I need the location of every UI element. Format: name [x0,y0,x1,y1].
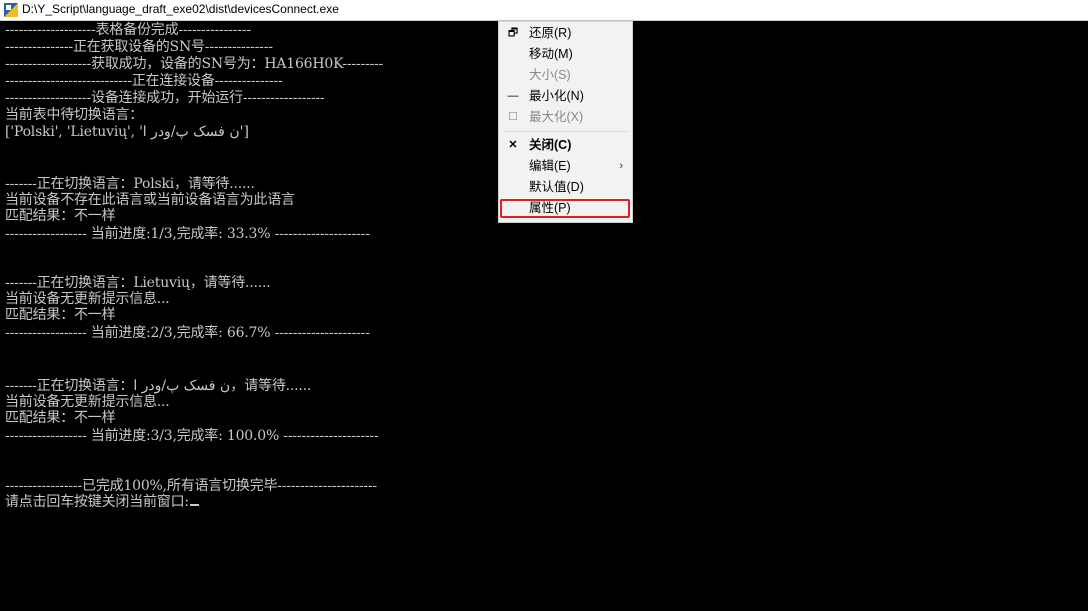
restore-icon: 🗗 [507,27,519,39]
menu-item-restore[interactable]: 🗗 还原(R) [499,23,632,44]
window-title: D:\Y_Script\language_draft_exe02\dist\de… [22,2,339,16]
menu-item-properties[interactable]: 属性(P) [499,198,632,219]
menu-item-minimize[interactable]: — 最小化(N) [499,86,632,107]
menu-item-label: 最大化(X) [529,110,584,124]
menu-item-label: 关闭(C) [529,138,572,152]
console-line: -------正在切换语言：ن فسک پ/ودر ا，请等待...... [5,378,312,394]
text-cursor [189,504,199,506]
console-line: 匹配结果：不一样 [5,410,116,426]
console-line: -----------------已完成100%,所有语言切换完毕-------… [5,478,377,494]
menu-item-size: 大小(S) [499,65,632,86]
console-line: ['Polski', 'Lietuvių', 'ن فسک پ/ودر ا'] [5,124,249,140]
menu-item-label: 默认值(D) [529,180,584,194]
menu-item-label: 大小(S) [529,68,571,82]
menu-item-close[interactable]: ✕ 关闭(C) [499,135,632,156]
console-line: ------------------ 当前进度:2/3,完成率: 66.7% -… [5,325,370,341]
console-line: 当前设备无更新提示信息... [5,291,170,307]
menu-item-maximize: ☐ 最大化(X) [499,107,632,128]
console-prompt: 请点击回车按键关闭当前窗口: [5,494,189,510]
console-line: -------------------设备连接成功，开始运行----------… [5,90,325,106]
console-line: ------------------ 当前进度:1/3,完成率: 33.3% -… [5,226,370,242]
console-line: ----------------------------正在连接设备------… [5,73,283,89]
console-prompt-line[interactable]: 请点击回车按键关闭当前窗口: [5,494,199,510]
maximize-icon: ☐ [508,111,518,123]
menu-item-label: 最小化(N) [529,89,584,103]
menu-separator [503,131,627,132]
menu-item-move[interactable]: 移动(M) [499,44,632,65]
console-line: --------------------表格备份完成--------------… [5,22,251,38]
menu-item-label: 编辑(E) [529,159,571,173]
minimize-icon: — [507,90,519,102]
console-line: -------------------获取成功，设备的SN号为：HA166H0K… [5,56,384,72]
chevron-right-icon: › [619,160,623,172]
menu-item-edit[interactable]: 编辑(E) › [499,156,632,177]
console-line: -------正在切换语言：Lietuvių，请等待...... [5,275,271,291]
console-line: 当前表中待切换语言： [5,107,143,123]
console-line: 当前设备无更新提示信息... [5,394,170,410]
menu-item-label: 属性(P) [529,201,571,215]
console-line: 当前设备不存在此语言或当前设备语言为此语言 [5,192,295,208]
console-line: 匹配结果：不一样 [5,307,116,323]
menu-item-label: 还原(R) [529,26,572,40]
console-line: ---------------正在获取设备的SN号--------------- [5,39,273,55]
console-line: -------正在切换语言：Polski，请等待...... [5,176,255,192]
title-bar[interactable]: D:\Y_Script\language_draft_exe02\dist\de… [0,0,1088,21]
menu-item-defaults[interactable]: 默认值(D) [499,177,632,198]
console-app-icon[interactable] [4,3,18,17]
menu-item-label: 移动(M) [529,47,573,61]
console-line: ------------------ 当前进度:3/3,完成率: 100.0% … [5,428,379,444]
close-icon: ✕ [508,139,518,151]
console-line: 匹配结果：不一样 [5,208,116,224]
system-context-menu[interactable]: 🗗 还原(R) 移动(M) 大小(S) — 最小化(N) ☐ 最大化(X) ✕ … [498,21,633,223]
